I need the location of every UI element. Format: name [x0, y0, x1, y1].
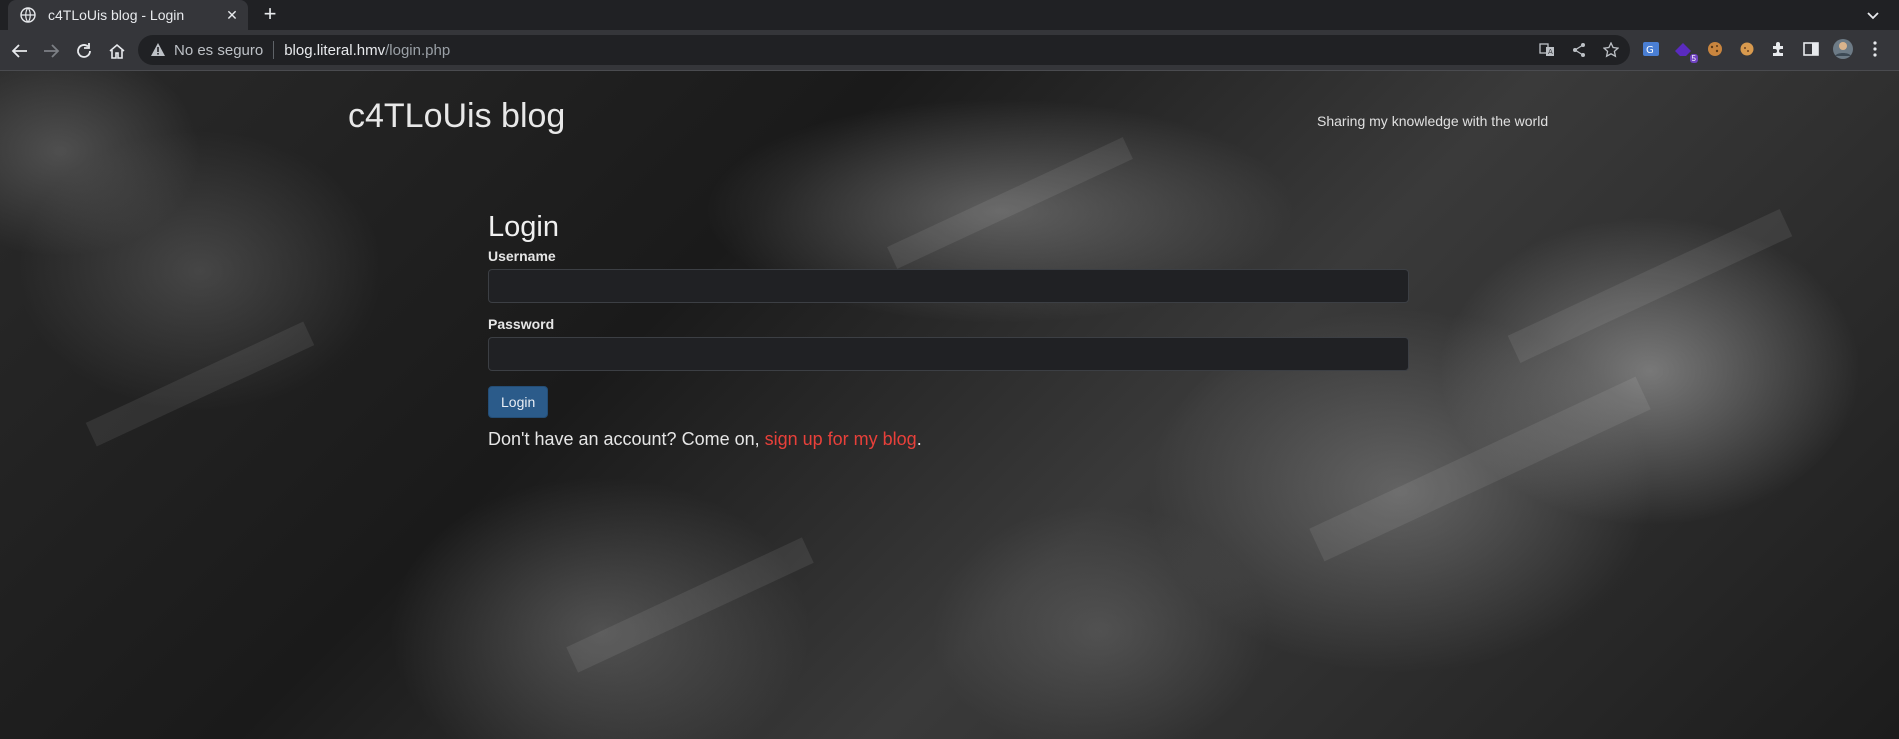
- menu-icon[interactable]: [1864, 38, 1886, 60]
- back-icon[interactable]: [9, 40, 31, 62]
- warning-icon[interactable]: [150, 42, 166, 58]
- signup-link[interactable]: sign up for my blog: [765, 429, 917, 449]
- divider: [273, 41, 275, 59]
- browser-tab[interactable]: c4TLoUis blog - Login ✕: [8, 0, 248, 30]
- signup-suffix: .: [916, 429, 922, 449]
- login-heading: Login: [488, 211, 559, 243]
- signup-prefix: Don't have an account? Come on,: [488, 429, 765, 449]
- extensions-icon[interactable]: [1768, 38, 1790, 60]
- home-icon[interactable]: [106, 40, 128, 62]
- browser-tab-strip: c4TLoUis blog - Login ✕ +: [0, 0, 1899, 30]
- site-title: c4TLoUis blog: [348, 97, 566, 135]
- page-background: c4TLoUis blog Sharing my knowledge with …: [0, 71, 1899, 739]
- background-texture: [566, 537, 814, 673]
- extensions-area: G 5: [1640, 38, 1886, 63]
- password-input[interactable]: [488, 337, 1409, 371]
- reload-icon[interactable]: [73, 40, 95, 62]
- cookie-editor-icon[interactable]: [1736, 38, 1758, 60]
- translate-extension-icon[interactable]: G: [1640, 38, 1662, 60]
- address-bar[interactable]: No es seguro blog.literal.hmv/login.php …: [138, 35, 1630, 65]
- close-tab-icon[interactable]: ✕: [224, 7, 240, 24]
- svg-text:G: G: [1646, 45, 1654, 56]
- url-host: blog.literal.hmv: [284, 41, 386, 59]
- username-input[interactable]: [488, 269, 1409, 303]
- globe-icon: [20, 7, 36, 23]
- login-form: Login Username Password Login Don't have…: [488, 211, 1409, 450]
- side-panel-icon[interactable]: [1800, 38, 1822, 60]
- new-tab-button[interactable]: +: [258, 3, 282, 27]
- site-tagline: Sharing my knowledge with the world: [1317, 113, 1549, 129]
- background-texture: [1507, 209, 1793, 363]
- url-path: /login.php: [385, 41, 451, 59]
- forward-icon[interactable]: [40, 40, 62, 62]
- tab-title: c4TLoUis blog - Login: [48, 7, 185, 23]
- address-bar-actions: A: [1538, 41, 1620, 59]
- security-label[interactable]: No es seguro: [174, 42, 263, 59]
- username-label: Username: [488, 248, 556, 264]
- extension-badge: 5: [1689, 54, 1698, 63]
- wappalyzer-extension-icon[interactable]: 5: [1672, 38, 1698, 63]
- login-button[interactable]: Login: [488, 386, 549, 418]
- profile-avatar[interactable]: [1832, 38, 1854, 60]
- password-label: Password: [488, 316, 555, 332]
- cookie-extension-icon[interactable]: [1704, 38, 1726, 60]
- svg-text:A: A: [1548, 48, 1553, 56]
- background-texture: [85, 321, 315, 447]
- star-icon[interactable]: [1602, 41, 1620, 59]
- signup-prompt: Don't have an account? Come on, sign up …: [488, 429, 1409, 450]
- share-icon[interactable]: [1570, 41, 1588, 59]
- chevron-down-icon[interactable]: [1863, 5, 1883, 25]
- translate-icon[interactable]: A: [1538, 41, 1556, 59]
- browser-toolbar: No es seguro blog.literal.hmv/login.php …: [0, 30, 1899, 71]
